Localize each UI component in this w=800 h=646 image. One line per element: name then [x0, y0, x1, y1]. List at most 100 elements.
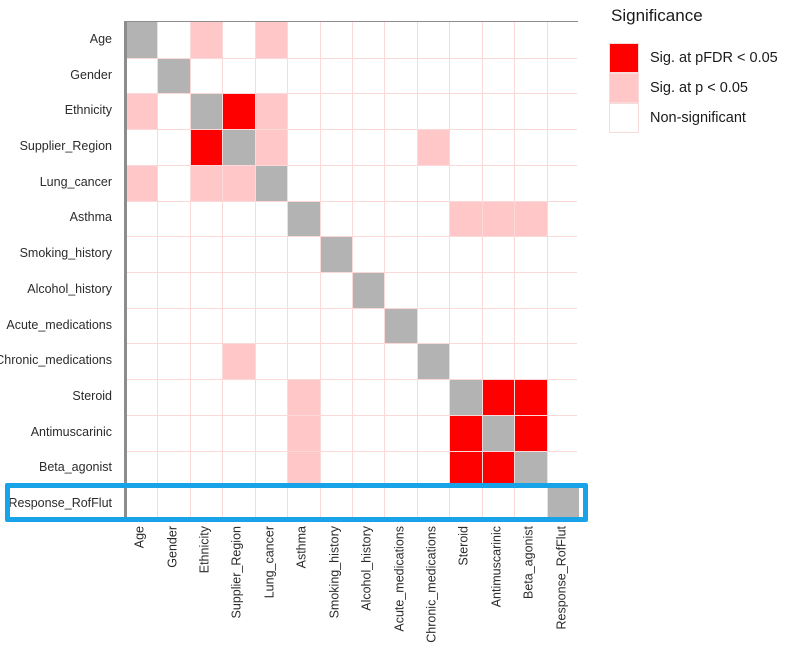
heatmap-cell[interactable]: [352, 93, 385, 130]
heatmap-cell[interactable]: [254, 450, 288, 487]
heatmap-cell[interactable]: [254, 200, 288, 237]
heatmap-cell[interactable]: [514, 129, 547, 165]
heatmap-cell[interactable]: [157, 272, 190, 308]
heatmap-cell[interactable]: [384, 272, 417, 308]
heatmap-cell[interactable]: [287, 22, 320, 58]
heatmap-cell[interactable]: [125, 379, 158, 415]
heatmap-cell[interactable]: [157, 236, 190, 272]
heatmap-cell[interactable]: [546, 200, 579, 237]
heatmap-cell[interactable]: [125, 486, 158, 522]
heatmap-cell[interactable]: [384, 129, 417, 165]
heatmap-cell[interactable]: [189, 200, 223, 237]
heatmap-cell[interactable]: [449, 164, 482, 201]
heatmap-cell[interactable]: [449, 450, 482, 487]
heatmap-cell[interactable]: [449, 272, 482, 308]
heatmap-cell[interactable]: [546, 129, 579, 165]
heatmap-cell[interactable]: [125, 57, 158, 94]
heatmap-cell[interactable]: [416, 93, 450, 130]
heatmap-cell[interactable]: [416, 343, 450, 380]
heatmap-cell[interactable]: [352, 164, 385, 201]
heatmap-cell[interactable]: [189, 93, 223, 130]
heatmap-cell[interactable]: [384, 307, 417, 344]
heatmap-cell[interactable]: [514, 164, 547, 201]
heatmap-cell[interactable]: [319, 129, 352, 165]
heatmap-cell[interactable]: [352, 236, 385, 272]
heatmap-cell[interactable]: [416, 164, 450, 201]
heatmap-cell[interactable]: [287, 450, 320, 487]
heatmap-cell[interactable]: [481, 379, 515, 415]
heatmap-cell[interactable]: [384, 164, 417, 201]
heatmap-cell[interactable]: [254, 414, 288, 451]
heatmap-cell[interactable]: [384, 200, 417, 237]
heatmap-cell[interactable]: [125, 22, 158, 58]
heatmap-cell[interactable]: [254, 164, 288, 201]
heatmap-cell[interactable]: [514, 200, 547, 237]
heatmap-cell[interactable]: [449, 414, 482, 451]
heatmap-cell[interactable]: [287, 272, 320, 308]
heatmap-cell[interactable]: [319, 307, 352, 344]
heatmap-cell[interactable]: [222, 272, 255, 308]
heatmap-panel[interactable]: [124, 21, 579, 522]
heatmap-cell[interactable]: [449, 236, 482, 272]
heatmap-cell[interactable]: [222, 200, 255, 237]
heatmap-cell[interactable]: [481, 343, 515, 380]
heatmap-cell[interactable]: [157, 57, 190, 94]
heatmap-cell[interactable]: [157, 200, 190, 237]
heatmap-cell[interactable]: [352, 486, 385, 522]
heatmap-cell[interactable]: [189, 307, 223, 344]
heatmap-cell[interactable]: [287, 200, 320, 237]
heatmap-cell[interactable]: [352, 22, 385, 58]
heatmap-cell[interactable]: [514, 307, 547, 344]
heatmap-cell[interactable]: [546, 22, 579, 58]
heatmap-cell[interactable]: [189, 57, 223, 94]
heatmap-cell[interactable]: [352, 307, 385, 344]
heatmap-cell[interactable]: [514, 93, 547, 130]
heatmap-cell[interactable]: [222, 22, 255, 58]
heatmap-cell[interactable]: [546, 272, 579, 308]
heatmap-cell[interactable]: [319, 450, 352, 487]
heatmap-cell[interactable]: [222, 450, 255, 487]
heatmap-cell[interactable]: [352, 414, 385, 451]
heatmap-cell[interactable]: [384, 379, 417, 415]
heatmap-cell[interactable]: [352, 272, 385, 308]
heatmap-cell[interactable]: [449, 486, 482, 522]
heatmap-cell[interactable]: [157, 307, 190, 344]
heatmap-cell[interactable]: [125, 343, 158, 380]
heatmap-cell[interactable]: [222, 486, 255, 522]
heatmap-cell[interactable]: [481, 486, 515, 522]
heatmap-cell[interactable]: [546, 236, 579, 272]
heatmap-cell[interactable]: [222, 164, 255, 201]
heatmap-cell[interactable]: [319, 22, 352, 58]
heatmap-cell[interactable]: [384, 414, 417, 451]
heatmap-cell[interactable]: [514, 486, 547, 522]
heatmap-cell[interactable]: [384, 450, 417, 487]
heatmap-cell[interactable]: [157, 414, 190, 451]
heatmap-cell[interactable]: [287, 129, 320, 165]
heatmap-cell[interactable]: [449, 57, 482, 94]
heatmap-cell[interactable]: [319, 272, 352, 308]
heatmap-cell[interactable]: [449, 379, 482, 415]
heatmap-cell[interactable]: [514, 272, 547, 308]
heatmap-cell[interactable]: [384, 22, 417, 58]
heatmap-cell[interactable]: [189, 129, 223, 165]
heatmap-cell[interactable]: [514, 379, 547, 415]
heatmap-cell[interactable]: [222, 236, 255, 272]
heatmap-cell[interactable]: [514, 414, 547, 451]
heatmap-cell[interactable]: [125, 307, 158, 344]
heatmap-cell[interactable]: [546, 486, 579, 522]
heatmap-cell[interactable]: [416, 236, 450, 272]
heatmap-cell[interactable]: [319, 414, 352, 451]
heatmap-cell[interactable]: [416, 450, 450, 487]
heatmap-cell[interactable]: [481, 22, 515, 58]
heatmap-cell[interactable]: [481, 450, 515, 487]
heatmap-cell[interactable]: [384, 343, 417, 380]
heatmap-cell[interactable]: [319, 486, 352, 522]
heatmap-cell[interactable]: [125, 236, 158, 272]
heatmap-cell[interactable]: [254, 129, 288, 165]
heatmap-cell[interactable]: [416, 486, 450, 522]
heatmap-cell[interactable]: [481, 164, 515, 201]
heatmap-cell[interactable]: [254, 22, 288, 58]
heatmap-cell[interactable]: [449, 307, 482, 344]
heatmap-cell[interactable]: [287, 307, 320, 344]
heatmap-cell[interactable]: [287, 93, 320, 130]
